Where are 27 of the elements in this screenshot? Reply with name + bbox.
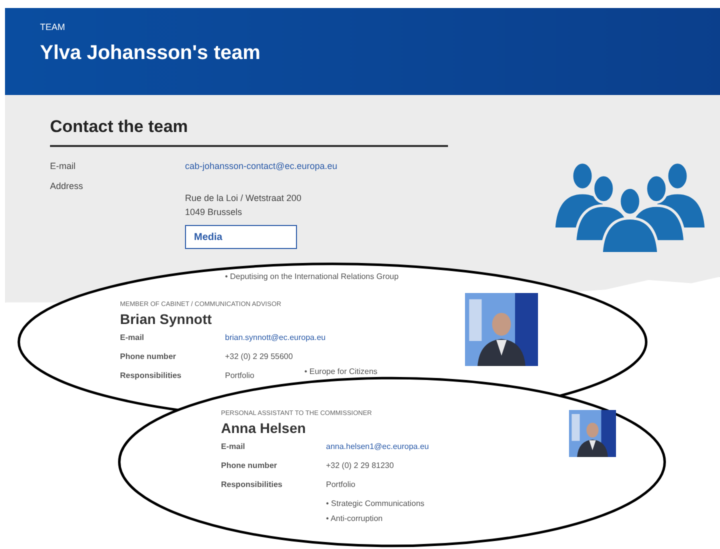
field-label: Phone number — [221, 461, 278, 470]
person-name: Brian Synnott — [120, 311, 213, 327]
address-line: Rue de la Loi / Wetstraat 200 — [185, 192, 302, 205]
bullet-item: • Europe for Citizens — [304, 367, 378, 378]
address-line: 1049 Brussels — [185, 206, 242, 219]
section-heading: Contact the team — [50, 117, 448, 147]
email-link[interactable]: cab-johansson-contact@ec.europa.eu — [185, 161, 448, 171]
field-value: +32 (0) 2 29 81230 — [326, 461, 395, 470]
field-label: E-mail — [221, 442, 246, 451]
email-link[interactable]: brian.synnott@ec.europa.eu — [225, 333, 465, 342]
bullet-item: • Deputising on the International Relations Group — [225, 272, 400, 281]
field-value: Portfolio — [326, 480, 356, 489]
field-value: Portfolio — [225, 371, 254, 380]
field-label: Responsibilities — [221, 480, 284, 489]
field-label: E-mail — [120, 333, 146, 342]
field-label: Responsibilities — [120, 371, 182, 380]
field-value: +32 (0) 2 29 55600 — [225, 352, 294, 361]
person-name: Anna Helsen — [221, 420, 307, 436]
field-label: E-mail — [50, 161, 77, 171]
breadcrumb: TEAM — [40, 22, 66, 32]
bullet-item: • Anti-corruption — [326, 514, 384, 523]
media-button[interactable]: Media — [185, 225, 297, 249]
page-title: Ylva Johansson's team — [40, 42, 262, 65]
field-label: Phone number — [120, 352, 178, 361]
field-label: Address — [50, 181, 84, 193]
bullet-item: • Strategic Communications — [326, 499, 426, 508]
email-link[interactable]: anna.helsen1@ec.europa.eu — [326, 442, 569, 451]
